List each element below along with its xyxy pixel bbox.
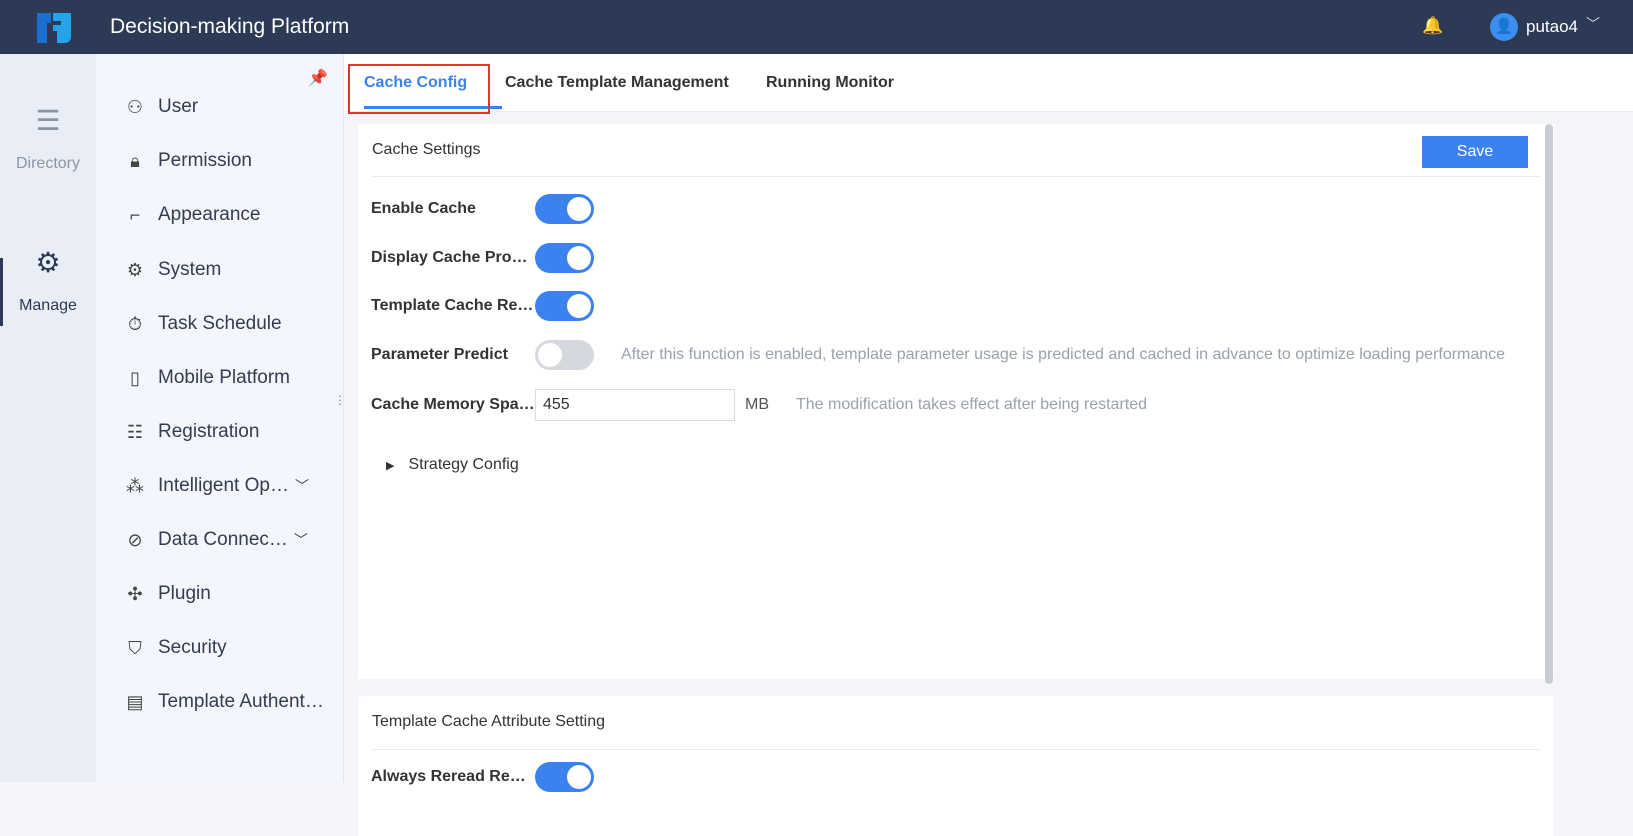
sidebar-item-label: Data Connec… (158, 529, 288, 550)
section-title: Cache Settings (372, 124, 1540, 177)
chevron-down-icon[interactable]: ﹀ (1586, 14, 1600, 34)
field-label: Display Cache Pro… (371, 249, 528, 266)
sidebar-item-task-schedule[interactable]: ⏱ Task Schedule (124, 312, 282, 336)
sidebar-item-label: Permission (158, 150, 252, 171)
field-label: Always Reread Rep… (371, 768, 535, 785)
sidebar-item-permission[interactable]: 🔒︎ Permission (124, 149, 252, 173)
sidebar-item-label: Mobile Platform (158, 367, 290, 388)
rail-directory[interactable]: ☰ Directory (0, 104, 96, 173)
section-title: Template Cache Attribute Setting (372, 696, 1540, 750)
field-label: Template Cache Re… (371, 297, 534, 314)
paint-roller-icon: ⌐ (129, 204, 141, 225)
sidebar-item-user[interactable]: ⚇ User (124, 95, 198, 119)
template-cache-row: Template Cache Re… (371, 291, 594, 321)
cache-settings-card: Cache Settings Save Enable Cache Display… (358, 124, 1554, 679)
tablet-icon: ▯ (130, 367, 140, 388)
tab-running-monitor[interactable]: Running Monitor (766, 74, 894, 92)
always-reread-toggle[interactable] (535, 762, 594, 792)
sidebar-item-label: Security (158, 637, 227, 658)
network-icon: ⁂ (126, 475, 144, 496)
chevron-down-icon: ﹀ (294, 478, 309, 494)
cache-memory-row: Cache Memory Spa… MB The modification take… (371, 389, 1148, 421)
paperclip-icon: ⊘ (127, 529, 143, 550)
hint-text: After this function is enabled, template… (621, 346, 1506, 363)
enable-cache-toggle[interactable] (535, 194, 594, 224)
sidebar-item-label: Appearance (158, 204, 261, 225)
list-icon: ☰ (35, 105, 61, 136)
field-label: Parameter Predict (371, 346, 508, 363)
avatar[interactable]: 👤 (1490, 13, 1518, 41)
sidebar-item-label: Task Schedule (158, 313, 282, 334)
enable-cache-row: Enable Cache (371, 194, 594, 224)
parameter-predict-toggle[interactable] (535, 340, 594, 370)
registration-icon: ☷ (126, 421, 144, 442)
sidebar-menu: 📌 ⚇ User 🔒︎ Permission ⌐ Appearance ⚙ System… (96, 54, 344, 782)
sidebar-item-label: Plugin (158, 583, 211, 604)
sidebar-item-appearance[interactable]: ⌐ Appearance (124, 203, 261, 227)
user-icon: ⚇ (126, 96, 144, 117)
rail-label: Manage (19, 297, 77, 314)
sidebar-item-label: Template Authent… (158, 691, 324, 712)
strategy-config-label: Strategy Config (408, 456, 519, 473)
sidebar-item-plugin[interactable]: ✣ Plugin (124, 582, 211, 606)
sidebar-item-label: Registration (158, 421, 260, 442)
chevron-down-icon: ﹀ (293, 532, 308, 548)
lock-icon: 🔒︎ (130, 150, 140, 171)
unit-label: MB (745, 396, 769, 413)
puzzle-icon: ✣ (127, 583, 143, 604)
field-label: Cache Memory Spa… (371, 396, 535, 413)
rail-manage[interactable]: ⚙ Manage (0, 246, 96, 315)
gear-icon: ⚙ (126, 259, 144, 280)
template-attribute-card: Template Cache Attribute Setting Always … (358, 696, 1554, 836)
strategy-config-toggle[interactable]: ▶ Strategy Config (386, 456, 519, 474)
template-cache-toggle[interactable] (535, 291, 594, 321)
hint-text: The modification takes effect after bein… (796, 396, 1148, 413)
sidebar-item-security[interactable]: ⛉ Security (124, 636, 227, 660)
sidebar-item-label: Intelligent Op… (158, 475, 289, 496)
sidebar-item-registration[interactable]: ☷ Registration (124, 420, 259, 444)
parameter-predict-row: Parameter Predict After this function is … (371, 340, 1505, 370)
pin-icon[interactable]: 📌 (308, 68, 328, 88)
username[interactable]: putao4 (1526, 17, 1578, 37)
top-bar: Decision-making Platform 🔔 👤 putao4 ﹀ (0, 0, 1633, 54)
main-content: Cache Config Cache Template Management R… (344, 54, 1633, 836)
active-indicator (0, 258, 3, 326)
sidebar-item-system[interactable]: ⚙ System (124, 258, 221, 282)
shield-icon: ⛉ (128, 637, 142, 658)
sidebar-item-template-authentication[interactable]: ▤ Template Authent… (124, 690, 324, 714)
caret-right-icon: ▶ (386, 460, 395, 472)
tab-bar: Cache Config Cache Template Management R… (344, 54, 1633, 114)
always-reread-row: Always Reread Rep… (371, 762, 594, 792)
display-cache-toggle[interactable] (535, 243, 594, 273)
rail-label: Directory (15, 155, 80, 172)
scrollbar[interactable] (1545, 124, 1553, 684)
sidebar-item-data-connection[interactable]: ⊘ Data Connec… ﹀ (124, 528, 308, 552)
highlight-box (348, 64, 490, 114)
timer-icon: ⏱ (127, 313, 143, 334)
nav-rail: ☰ Directory ⚙ Manage (0, 54, 96, 782)
sidebar-item-mobile-platform[interactable]: ▯ Mobile Platform (124, 366, 290, 390)
save-button[interactable]: Save (1422, 136, 1528, 168)
field-label: Enable Cache (371, 200, 476, 217)
gear-icon: ⚙ (35, 247, 61, 278)
sidebar-item-label: System (158, 259, 222, 280)
doc-search-icon: ▤ (126, 691, 144, 712)
tab-cache-template-management[interactable]: Cache Template Management (505, 74, 729, 92)
bell-icon[interactable]: 🔔 (1422, 16, 1443, 36)
display-cache-row: Display Cache Pro… (371, 243, 594, 273)
cache-memory-input[interactable] (535, 389, 735, 421)
logo-icon (37, 13, 71, 43)
sidebar-item-label: User (158, 96, 199, 117)
app-title: Decision-making Platform (110, 15, 350, 38)
sidebar-item-intelligent-ops[interactable]: ⁂ Intelligent Op… ﹀ (124, 474, 309, 498)
